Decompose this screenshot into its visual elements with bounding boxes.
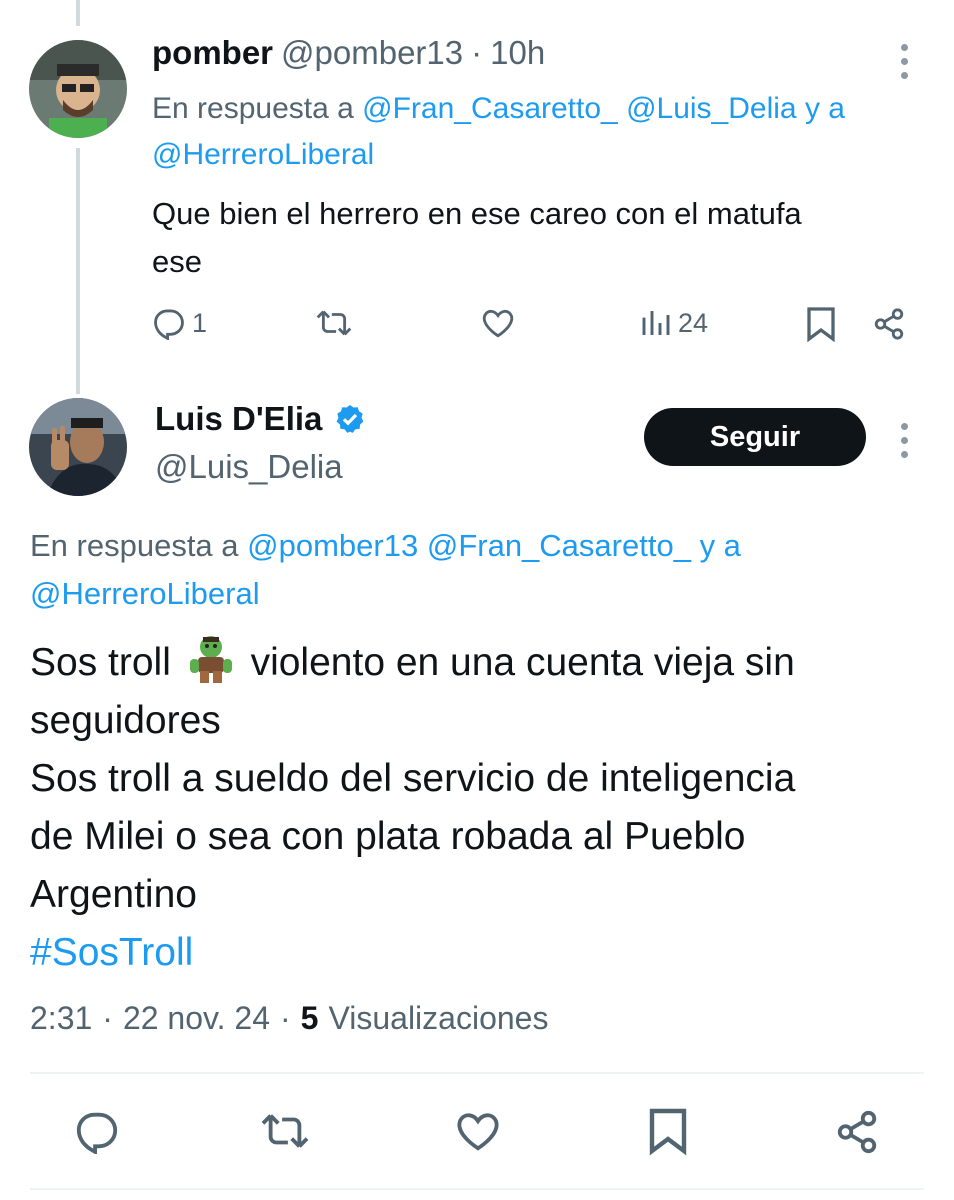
thread-line: [76, 0, 80, 26]
reply-icon: [154, 309, 184, 340]
share-button[interactable]: [834, 1108, 880, 1156]
like-button[interactable]: [480, 306, 516, 340]
tweet-metadata: 2:31 · 22 nov. 24 · 5 Visualizaciones: [30, 1000, 548, 1037]
tweet-text-segment: Sos troll: [30, 641, 171, 684]
timestamp[interactable]: 10h: [490, 34, 545, 72]
reply-context: En respuesta a @Fran_Casaretto_ @Luis_De…: [152, 86, 932, 178]
hashtag-link[interactable]: #SosTroll: [30, 924, 940, 982]
tweet-text-line: de Milei o sea con plata robada al Puebl…: [30, 815, 746, 858]
tweet-text-line: Argentino: [30, 873, 197, 916]
tweet2-text: Sos troll violento en una cuenta vieja s…: [30, 633, 940, 982]
more-options-icon[interactable]: [901, 423, 908, 458]
like-button[interactable]: [454, 1108, 502, 1154]
follow-button[interactable]: Seguir: [644, 408, 866, 466]
mention-link[interactable]: @Fran_Casaretto_: [362, 92, 618, 125]
reply-joiner: y a: [804, 92, 845, 125]
troll-emoji-icon: [189, 636, 232, 683]
separator: ·: [280, 1000, 291, 1036]
divider: [30, 1188, 924, 1190]
tweet-text-line: Que bien el herrero en ese careo con el …: [152, 196, 802, 231]
separator: ·: [471, 34, 483, 71]
bookmark-icon: [649, 1108, 687, 1156]
heart-icon: [482, 309, 514, 338]
thread-line: [76, 148, 80, 394]
retweet-button[interactable]: [258, 1108, 312, 1154]
timestamp[interactable]: 2:31: [30, 1000, 92, 1037]
share-icon: [837, 1110, 877, 1154]
bookmark-icon: [807, 307, 835, 342]
heart-icon: [457, 1113, 499, 1151]
reply-prefix: En respuesta a: [30, 528, 239, 563]
avatar-pomber[interactable]: [29, 40, 127, 138]
share-button[interactable]: [872, 306, 906, 342]
mention-link[interactable]: @pomber13: [247, 528, 418, 563]
reply-count: 1: [192, 307, 208, 338]
mention-link[interactable]: @HerreroLiberal: [30, 576, 260, 611]
retweet-icon: [316, 310, 352, 336]
views-button[interactable]: 24: [640, 306, 708, 340]
author-name[interactable]: Luis D'Elia: [155, 400, 322, 438]
separator: ·: [102, 1000, 113, 1036]
date[interactable]: 22 nov. 24: [123, 1000, 270, 1037]
author-handle[interactable]: @Luis_Delia: [155, 448, 343, 486]
reply-icon: [76, 1112, 118, 1154]
mention-link[interactable]: @Luis_Delia: [626, 92, 797, 125]
views-count: 24: [678, 307, 709, 338]
reply-button[interactable]: [74, 1108, 120, 1154]
bookmark-button[interactable]: [648, 1106, 688, 1156]
views-label: Visualizaciones: [328, 1000, 549, 1036]
reply-joiner: y a: [699, 528, 741, 563]
verified-badge-icon: [337, 405, 364, 433]
mention-link[interactable]: @HerreroLiberal: [152, 138, 374, 171]
reply-context: En respuesta a @pomber13 @Fran_Casaretto…: [30, 522, 930, 618]
author-name[interactable]: pomber: [152, 34, 273, 72]
avatar-luis-delia[interactable]: [29, 398, 127, 496]
divider: [30, 1072, 924, 1074]
more-options-icon[interactable]: [901, 44, 908, 79]
retweet-button[interactable]: [314, 306, 354, 340]
tweet1-header: pomber @pomber13 · 10h: [152, 34, 545, 72]
tweet-text-segment: violento en una cuenta vieja sin: [250, 641, 795, 684]
retweet-icon: [261, 1114, 309, 1148]
author-handle[interactable]: @pomber13: [281, 34, 463, 72]
tweet-text-line: Sos troll violento en una cuenta vieja s…: [30, 633, 940, 692]
tweet1-text: Que bien el herrero en ese careo con el …: [152, 190, 942, 286]
share-icon: [874, 308, 904, 340]
bookmark-button[interactable]: [806, 306, 836, 342]
views-count: 5: [300, 1000, 319, 1036]
mention-link[interactable]: @Fran_Casaretto_: [427, 528, 691, 563]
reply-prefix: En respuesta a: [152, 92, 354, 125]
views-icon: [642, 311, 670, 335]
tweet-text-line: ese: [152, 244, 202, 279]
tweet2-author[interactable]: Luis D'Elia: [155, 400, 366, 438]
reply-button[interactable]: 1: [152, 306, 207, 340]
tweet-text-line: Sos troll a sueldo del servicio de intel…: [30, 757, 796, 800]
tweet-text-line: seguidores: [30, 699, 221, 742]
